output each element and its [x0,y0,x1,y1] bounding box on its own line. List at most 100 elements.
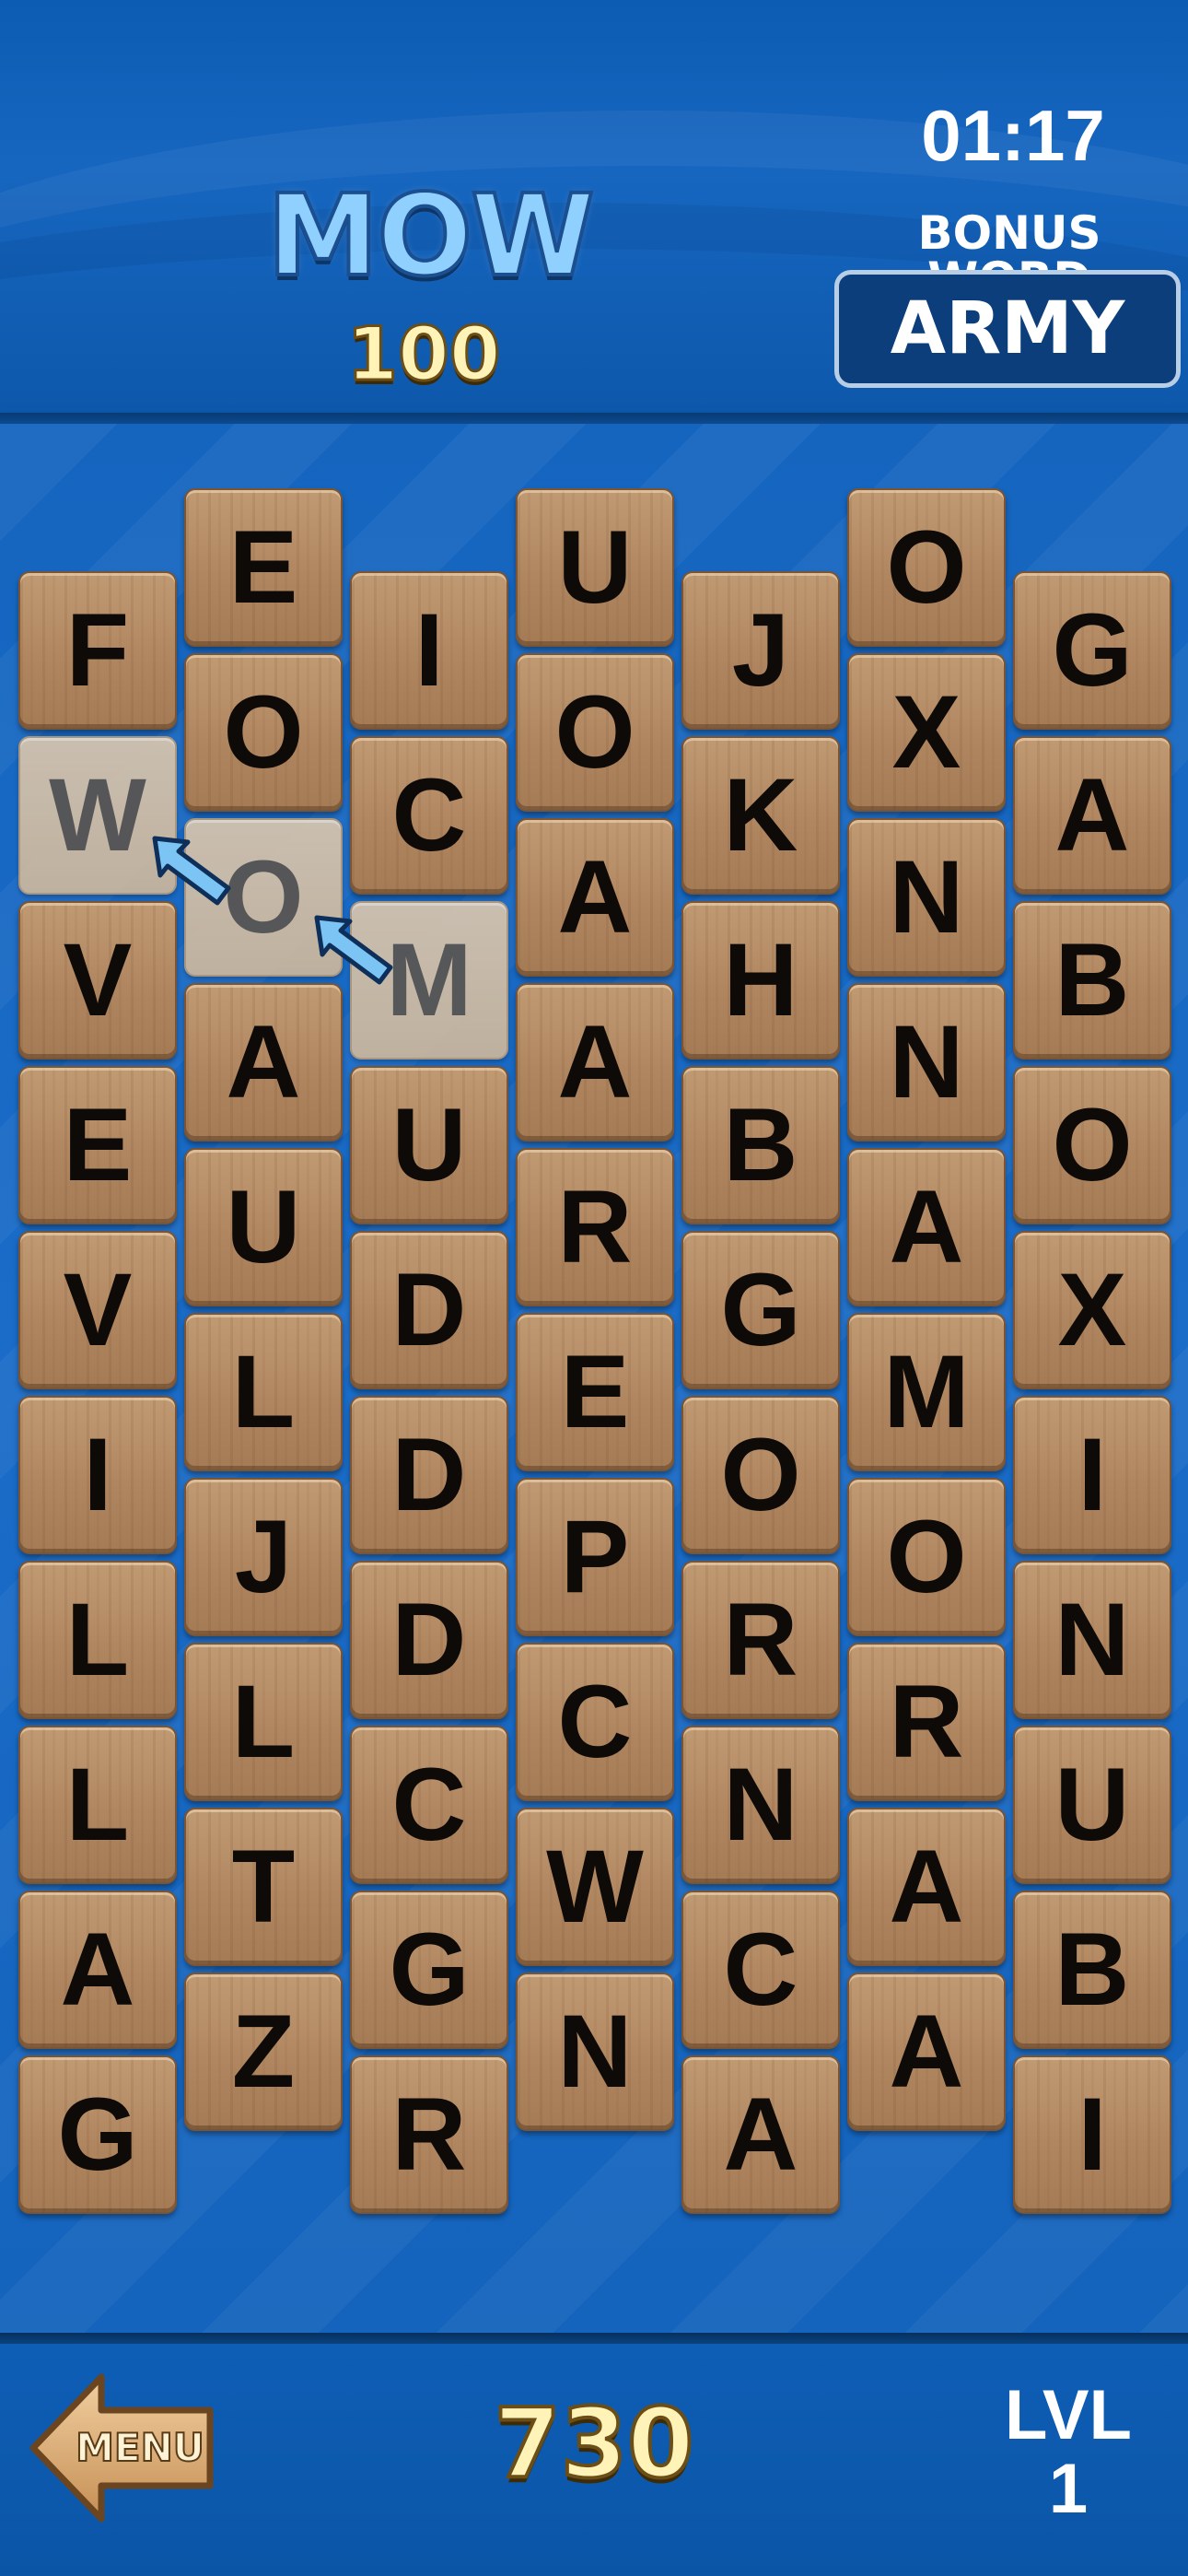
letter-tile[interactable]: A [847,1808,1006,1966]
letter-tile[interactable]: A [847,1973,1006,2131]
tile-letter: N [723,1747,798,1862]
letter-tile[interactable]: A [18,1891,177,2049]
letter-tile[interactable]: M [847,1313,1006,1471]
tile-letter: L [65,1582,130,1697]
letter-tile[interactable]: I [1013,1396,1171,1554]
letter-tile[interactable]: E [516,1313,674,1471]
letter-tile[interactable]: V [18,1231,177,1389]
letter-tile[interactable]: X [1013,1231,1171,1389]
letter-tile[interactable]: G [1013,571,1171,730]
tile-letter: A [226,1004,301,1119]
letter-tile[interactable]: G [350,1891,508,2049]
letter-tile[interactable]: U [350,1066,508,1224]
tile-letter: L [65,1747,130,1862]
letter-tile[interactable]: C [516,1643,674,1801]
tile-letter: U [1054,1747,1130,1862]
tile-letter: O [1052,1087,1133,1202]
letter-tile[interactable]: O [1013,1066,1171,1224]
tile-letter: N [1054,1582,1130,1697]
letter-tile[interactable]: N [847,818,1006,977]
letter-tile[interactable]: D [350,1396,508,1554]
letter-tile[interactable]: F [18,571,177,730]
tile-letter: C [723,1912,798,2027]
letter-tile[interactable]: O [681,1396,840,1554]
letter-tile[interactable]: J [681,571,840,730]
letter-tile[interactable]: A [847,1148,1006,1306]
letter-tile[interactable]: D [350,1231,508,1389]
tile-letter: E [63,1087,133,1202]
letter-tile[interactable]: R [350,2055,508,2214]
letter-tile[interactable]: B [681,1066,840,1224]
letter-board: FWVEVILLAGEOOAULJLTZICMUDDDCGRUOAAREPCWN… [0,424,1188,2336]
tile-letter: A [723,2077,798,2192]
letter-tile[interactable]: L [18,1726,177,1884]
letter-tile[interactable]: R [847,1643,1006,1801]
letter-tile[interactable]: B [1013,1891,1171,2049]
letter-tile[interactable]: B [1013,901,1171,1060]
letter-tile[interactable]: O [847,1478,1006,1636]
letter-tile[interactable]: U [516,488,674,647]
menu-button[interactable] [28,2370,216,2526]
bonus-word-box: ARMY [834,270,1181,388]
tile-letter: X [891,674,961,790]
tile-letter: Z [231,1994,296,2109]
letter-tile[interactable]: A [184,983,343,1142]
tile-letter: F [65,592,130,708]
letter-tile[interactable]: G [18,2055,177,2214]
letter-tile[interactable]: Z [184,1973,343,2131]
letter-tile[interactable]: U [184,1148,343,1306]
letter-tile[interactable]: E [184,488,343,647]
letter-tile[interactable]: U [1013,1726,1171,1884]
tile-letter: U [557,509,633,625]
letter-tile[interactable]: V [18,901,177,1060]
letter-tile[interactable]: C [681,1891,840,2049]
tile-letter: I [83,1417,112,1532]
tile-letter: C [391,1747,467,1862]
letter-tile[interactable]: O [184,653,343,812]
letter-tile[interactable]: L [184,1643,343,1801]
letter-tile[interactable]: R [681,1561,840,1719]
letter-tile[interactable]: I [350,571,508,730]
tile-letter: V [63,1252,133,1367]
letter-tile[interactable]: X [847,653,1006,812]
letter-tile[interactable]: C [350,736,508,895]
letter-tile[interactable]: L [18,1561,177,1719]
letter-tile[interactable]: E [18,1066,177,1224]
tile-letter: A [60,1912,135,2027]
tile-letter: R [723,1582,798,1697]
tile-letter: T [231,1829,296,1944]
letter-tile[interactable]: A [681,2055,840,2214]
letter-tile[interactable]: A [516,818,674,977]
selection-arrow-icon [152,836,231,906]
timer: 01:17 [921,95,1105,176]
tile-letter: A [889,1829,964,1944]
letter-tile[interactable]: D [350,1561,508,1719]
tile-letter: J [731,592,790,708]
letter-tile[interactable]: N [1013,1561,1171,1719]
letter-tile[interactable]: K [681,736,840,895]
letter-tile[interactable]: A [1013,736,1171,895]
level-label: LVL [1005,2376,1132,2454]
letter-tile[interactable]: L [184,1313,343,1471]
tile-letter: R [889,1664,964,1779]
letter-tile[interactable]: P [516,1478,674,1636]
letter-tile[interactable]: A [516,983,674,1142]
letter-tile[interactable]: R [516,1148,674,1306]
letter-tile[interactable]: I [18,1396,177,1554]
letter-tile[interactable]: O [516,653,674,812]
letter-tile[interactable]: W [516,1808,674,1966]
letter-tile[interactable]: N [516,1973,674,2131]
letter-tile[interactable]: N [847,983,1006,1142]
letter-tile[interactable]: H [681,901,840,1060]
letter-tile[interactable]: J [184,1478,343,1636]
tile-letter: L [231,1334,296,1449]
letter-tile[interactable]: T [184,1808,343,1966]
tile-letter: O [886,509,967,625]
letter-tile[interactable]: I [1013,2055,1171,2214]
letter-tile[interactable]: G [681,1231,840,1389]
letter-tile[interactable]: N [681,1726,840,1884]
tile-letter: G [389,1912,470,2027]
letter-tile[interactable]: C [350,1726,508,1884]
game-screen: MOW 100 01:17 BONUS WORD ARMY FWVEVILLAG… [0,0,1188,2576]
letter-tile[interactable]: O [847,488,1006,647]
